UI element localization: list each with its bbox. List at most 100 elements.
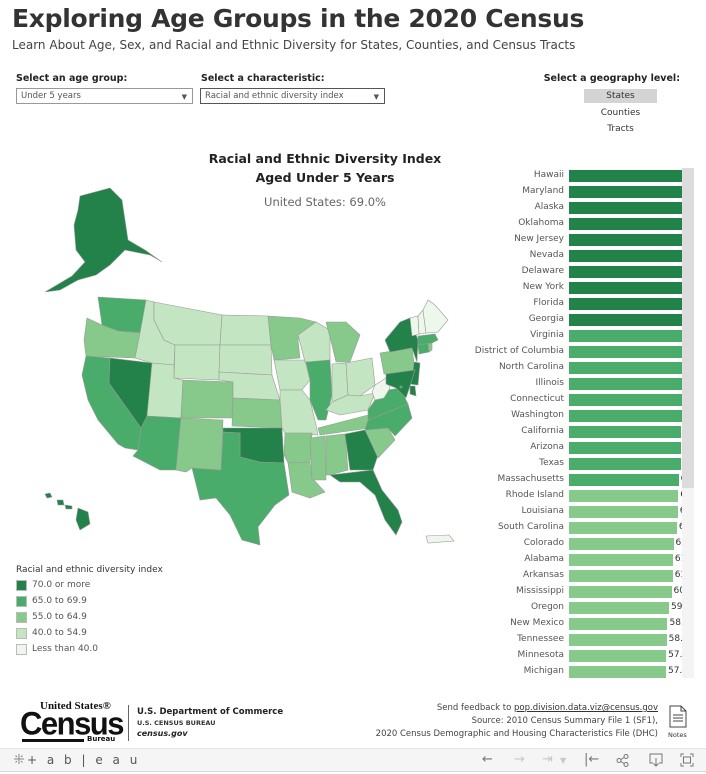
census-gov-link[interactable]: census.gov [137, 729, 188, 738]
state-arkansas[interactable] [283, 432, 313, 464]
bar-row[interactable]: New York71.0% [460, 280, 690, 296]
bar-row[interactable]: Oregon59.4% [460, 600, 690, 616]
state-alaska[interactable] [44, 187, 163, 293]
reset-icon[interactable]: |← [584, 752, 599, 767]
bar-row[interactable]: Connecticut67.8% [460, 392, 690, 408]
bar-row[interactable]: Illinois68.1% [460, 376, 690, 392]
bar[interactable] [569, 570, 673, 582]
bar[interactable] [569, 538, 674, 550]
bar[interactable] [569, 250, 690, 262]
bar-row[interactable]: Arizona66.6% [460, 440, 690, 456]
bar[interactable] [569, 346, 686, 358]
bar[interactable] [569, 458, 681, 470]
bar[interactable] [569, 634, 667, 646]
bar[interactable] [569, 186, 690, 198]
state-maine[interactable] [422, 299, 449, 334]
state-south-dakota[interactable] [218, 344, 273, 376]
bar-row[interactable]: Michigan57.6% [460, 664, 690, 678]
bar[interactable] [569, 554, 673, 566]
geo-option-tracts[interactable]: Tracts [584, 122, 657, 136]
scrollbar-thumb[interactable] [682, 168, 694, 488]
bar-row[interactable]: Florida70.9% [460, 296, 690, 312]
state-iowa[interactable] [273, 359, 311, 391]
bar[interactable] [569, 474, 679, 486]
state-michigan[interactable] [325, 321, 361, 363]
bar-row[interactable]: Minnesota57.7% [460, 648, 690, 664]
legend-item[interactable]: 55.0 to 64.9 [16, 612, 87, 624]
bar[interactable] [569, 490, 679, 502]
bar-row[interactable]: Oklahoma72.0% [460, 216, 690, 232]
bar-row[interactable]: North Carolina68.3% [460, 360, 690, 376]
bar-row[interactable]: New Jersey71.7% [460, 232, 690, 248]
bar[interactable] [569, 362, 684, 374]
bar-row[interactable]: Maryland73.4% [460, 184, 690, 200]
bar-row[interactable]: California66.7% [460, 424, 690, 440]
bar-row[interactable]: District of Columbia69.3% [460, 344, 690, 360]
bar-row[interactable]: Hawaii79.0% [460, 168, 690, 184]
bar[interactable] [569, 234, 690, 246]
census-bureau-logo[interactable]: United States® Census Bureau [20, 700, 124, 744]
state-ohio[interactable] [345, 357, 376, 397]
bar[interactable] [569, 330, 686, 342]
state-kansas[interactable] [231, 397, 283, 429]
legend-item[interactable]: 40.0 to 54.9 [16, 628, 87, 640]
state-hawaii[interactable] [44, 492, 91, 531]
bar-row[interactable]: Texas66.5% [460, 456, 690, 472]
tableau-logo[interactable]: + a b | e a u [13, 753, 140, 767]
bar[interactable] [569, 650, 667, 662]
state-mississippi[interactable] [309, 435, 327, 481]
bar-row[interactable]: Washington67.7% [460, 408, 690, 424]
bar[interactable] [569, 442, 682, 454]
bar-row[interactable]: Mississippi60.9% [460, 584, 690, 600]
bar-row[interactable]: Virginia69.5% [460, 328, 690, 344]
bar[interactable] [569, 170, 690, 182]
state-massachusetts[interactable] [417, 333, 439, 346]
state-puerto-rico[interactable] [425, 534, 455, 544]
state-alabama[interactable] [325, 433, 349, 476]
state-delaware[interactable] [409, 385, 417, 397]
bar[interactable] [569, 218, 690, 230]
state-north-dakota[interactable] [219, 314, 272, 346]
redo-icon[interactable]: → [514, 752, 525, 767]
bar[interactable] [569, 586, 672, 598]
bar-row[interactable]: New Mexico58.5% [460, 616, 690, 632]
bar[interactable] [569, 426, 682, 438]
legend-item[interactable]: 70.0 or more [16, 580, 90, 592]
bar-row[interactable]: Tennessee58.0% [460, 632, 690, 648]
bar-row[interactable]: South Carolina64.1% [460, 520, 690, 536]
bar[interactable] [569, 602, 669, 614]
age-group-select[interactable]: Under 5 years ▼ [16, 88, 193, 104]
bar-row[interactable]: Alaska72.6% [460, 200, 690, 216]
download-icon[interactable] [649, 753, 663, 767]
bar[interactable] [569, 266, 690, 278]
share-icon[interactable] [616, 754, 629, 767]
characteristic-select[interactable]: Racial and ethnic diversity index ▼ [200, 88, 385, 104]
feedback-email-link[interactable]: pop.division.data.viz@census.gov [514, 703, 658, 713]
bar[interactable] [569, 298, 689, 310]
state-florida[interactable] [329, 469, 403, 536]
bar[interactable] [569, 394, 684, 406]
bar-row[interactable]: Colorado62.1% [460, 536, 690, 552]
bar[interactable] [569, 410, 683, 422]
bar[interactable] [569, 378, 684, 390]
state-wyoming[interactable] [173, 344, 221, 381]
state-rhode-island[interactable] [427, 342, 433, 353]
revert-icon[interactable]: ⇥ [542, 752, 553, 767]
bar-row[interactable]: Nevada71.7% [460, 248, 690, 264]
bar[interactable] [569, 522, 677, 534]
bar[interactable] [569, 282, 689, 294]
bar-row[interactable]: Arkansas61.6% [460, 568, 690, 584]
bar-row[interactable]: Rhode Island64.9% [460, 488, 690, 504]
choropleth-map[interactable] [0, 180, 480, 550]
fullscreen-icon[interactable] [680, 753, 694, 767]
bar[interactable] [569, 314, 688, 326]
legend-item[interactable]: Less than 40.0 [16, 644, 98, 656]
bar-row[interactable]: Louisiana64.6% [460, 504, 690, 520]
state-new-mexico[interactable] [175, 417, 224, 473]
bar[interactable] [569, 618, 668, 630]
state-montana[interactable] [153, 301, 223, 346]
bar-row[interactable]: Georgia70.1% [460, 312, 690, 328]
notes-icon[interactable] [669, 705, 687, 728]
bar-row[interactable]: Delaware71.5% [460, 264, 690, 280]
bar[interactable] [569, 666, 666, 678]
